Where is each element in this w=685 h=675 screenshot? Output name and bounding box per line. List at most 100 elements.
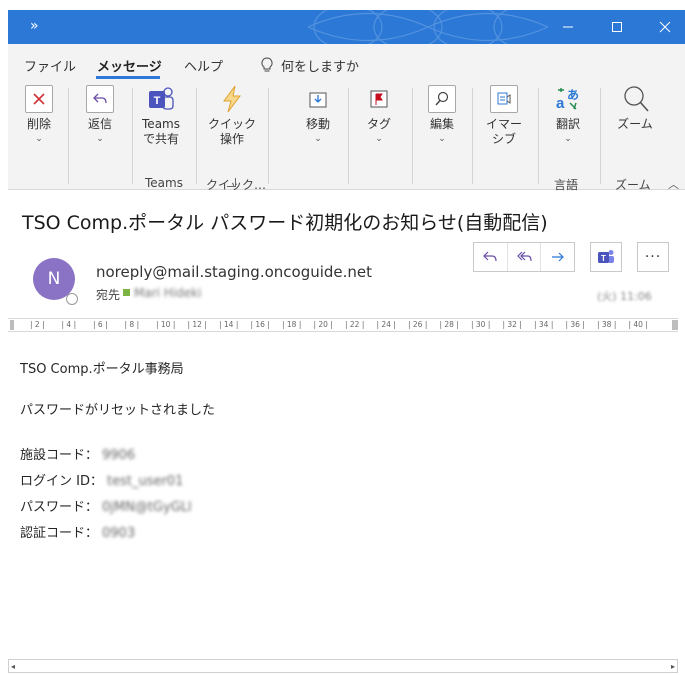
recipient-name[interactable]: Mari Hideki bbox=[134, 286, 201, 300]
reply-button[interactable]: 返信 ⌄ bbox=[80, 82, 120, 147]
ribbon-tabs: ファイル メッセージ ヘルプ 何をしますか bbox=[8, 44, 685, 82]
ruler-tick: | 34 | bbox=[534, 320, 554, 329]
group-label-language: 言語 bbox=[554, 178, 579, 192]
ruler-tick: | 4 | bbox=[61, 320, 77, 329]
separator bbox=[268, 88, 269, 184]
separator bbox=[68, 88, 69, 184]
tab-message[interactable]: メッセージ bbox=[97, 56, 162, 75]
body-line-organization: TSO Comp.ポータル事務局 bbox=[20, 362, 184, 377]
maximize-button[interactable] bbox=[594, 10, 640, 44]
separator bbox=[132, 88, 133, 184]
field-value: test_user01 bbox=[106, 474, 184, 489]
zoom-button[interactable]: ズーム bbox=[610, 82, 660, 132]
teams-share-header-button[interactable]: T bbox=[590, 242, 622, 272]
svg-text:T: T bbox=[154, 95, 161, 107]
ruler-tick: | 22 | bbox=[345, 320, 365, 329]
ruler-tick: | 18 | bbox=[282, 320, 302, 329]
chevron-down-icon: ⌄ bbox=[564, 134, 572, 144]
tell-me-search[interactable]: 何をしますか bbox=[281, 56, 359, 75]
reply-action-button[interactable] bbox=[474, 243, 508, 271]
recipient-presence-icon bbox=[123, 289, 130, 296]
ruler-tick: | 10 | bbox=[156, 320, 176, 329]
separator bbox=[348, 88, 349, 184]
dialog-launcher-icon[interactable] bbox=[227, 178, 236, 187]
reply-all-action-button[interactable] bbox=[508, 243, 542, 271]
ruler-tick: | 16 | bbox=[250, 320, 270, 329]
maximize-icon bbox=[612, 22, 622, 32]
response-actions bbox=[473, 242, 575, 272]
chevron-down-icon: ⌄ bbox=[96, 134, 104, 144]
field-label: 施設コード： bbox=[20, 448, 99, 463]
active-tab-indicator bbox=[96, 76, 160, 79]
right-indent-marker[interactable] bbox=[672, 320, 678, 330]
editing-button[interactable]: 編集 ⌄ bbox=[422, 82, 462, 147]
tags-button[interactable]: タグ ⌄ bbox=[364, 82, 394, 147]
quick-steps-button[interactable]: クイック 操作 bbox=[204, 82, 260, 147]
immersive-reader-button[interactable]: イマー シブ bbox=[482, 82, 526, 147]
chevron-down-icon: ⌄ bbox=[35, 134, 43, 144]
separator bbox=[600, 88, 601, 184]
body-line-reset-notice: パスワードがリセットされました bbox=[20, 403, 216, 418]
translate-button[interactable]: a あ 翻訳 ⌄ bbox=[550, 82, 586, 147]
more-actions-button[interactable]: ··· bbox=[637, 242, 669, 272]
field-label: パスワード： bbox=[20, 500, 99, 515]
immersive-reader-icon bbox=[490, 85, 518, 113]
ruler-tick: | 28 | bbox=[439, 320, 459, 329]
svg-text:あ: あ bbox=[567, 88, 579, 102]
ruler-tick: | 26 | bbox=[408, 320, 428, 329]
scroll-right-icon[interactable]: ▸ bbox=[671, 662, 675, 671]
field-value: 9906 bbox=[102, 448, 136, 463]
forward-action-button[interactable] bbox=[541, 243, 574, 271]
collapse-ribbon-icon[interactable]: ︿ bbox=[668, 176, 679, 192]
field-login-id: ログイン ID： test_user01 bbox=[20, 473, 215, 491]
svg-text:T: T bbox=[601, 254, 606, 263]
close-button[interactable] bbox=[642, 10, 685, 44]
group-label-zoom: ズーム bbox=[615, 178, 651, 192]
reply-all-icon bbox=[517, 251, 532, 262]
reply-label: 返信 bbox=[87, 117, 112, 131]
ruler-tick: | 6 | bbox=[93, 320, 108, 329]
zoom-icon bbox=[621, 85, 649, 113]
move-icon bbox=[304, 85, 332, 113]
reply-icon bbox=[483, 251, 497, 262]
editing-label: 編集 bbox=[429, 117, 454, 131]
ruler-tick: | 12 | bbox=[187, 320, 207, 329]
separator bbox=[412, 88, 413, 184]
ruler-tick: | 2 | bbox=[30, 320, 45, 329]
to-label: 宛先 bbox=[96, 288, 121, 302]
quick-access-chevron-icon[interactable]: » bbox=[30, 18, 39, 34]
title-bar: » bbox=[8, 10, 685, 44]
teams-icon: T bbox=[147, 85, 175, 113]
quick-steps-label: クイック 操作 bbox=[207, 117, 256, 146]
move-button[interactable]: 移動 ⌄ bbox=[300, 82, 336, 147]
separator bbox=[472, 88, 473, 184]
message-body: TSO Comp.ポータル事務局 パスワードがリセットされました 施設コード： 9… bbox=[20, 361, 215, 551]
tab-help[interactable]: ヘルプ bbox=[184, 56, 223, 75]
field-value: 0903 bbox=[102, 526, 136, 541]
tab-file[interactable]: ファイル bbox=[24, 56, 76, 75]
more-icon: ··· bbox=[644, 249, 662, 265]
search-icon bbox=[428, 85, 456, 113]
horizontal-scrollbar[interactable]: ◂ ▸ bbox=[8, 659, 678, 673]
minimize-button[interactable] bbox=[545, 10, 591, 44]
delete-button[interactable]: 削除 ⌄ bbox=[20, 82, 58, 147]
sent-date: (火) 11:06 bbox=[597, 290, 652, 303]
field-label: 認証コード： bbox=[20, 526, 99, 541]
ruler-tick: | 38 | bbox=[597, 320, 617, 329]
share-to-teams-button[interactable]: T Teams で共有 bbox=[136, 82, 186, 147]
teams-label: Teams で共有 bbox=[142, 117, 180, 146]
chevron-down-icon: ⌄ bbox=[438, 134, 446, 144]
ruler-tick: | 20 | bbox=[313, 320, 333, 329]
field-auth-code: 認証コード： 0903 bbox=[20, 525, 215, 543]
forward-icon bbox=[551, 252, 564, 262]
teams-icon: T bbox=[598, 250, 614, 263]
message-subject: TSO Comp.ポータル パスワード初期化のお知らせ(自動配信) bbox=[22, 212, 548, 234]
field-password: パスワード： 0jMN@tGyGLl bbox=[20, 499, 215, 517]
left-indent-marker[interactable] bbox=[10, 320, 14, 330]
delete-x-icon bbox=[25, 85, 53, 113]
sender-address[interactable]: noreply@mail.staging.oncoguide.net bbox=[96, 263, 372, 281]
scroll-left-icon[interactable]: ◂ bbox=[11, 662, 15, 671]
close-icon bbox=[659, 21, 671, 33]
group-label-quick-steps: クイック… bbox=[206, 178, 267, 192]
translate-icon: a あ bbox=[554, 85, 582, 113]
